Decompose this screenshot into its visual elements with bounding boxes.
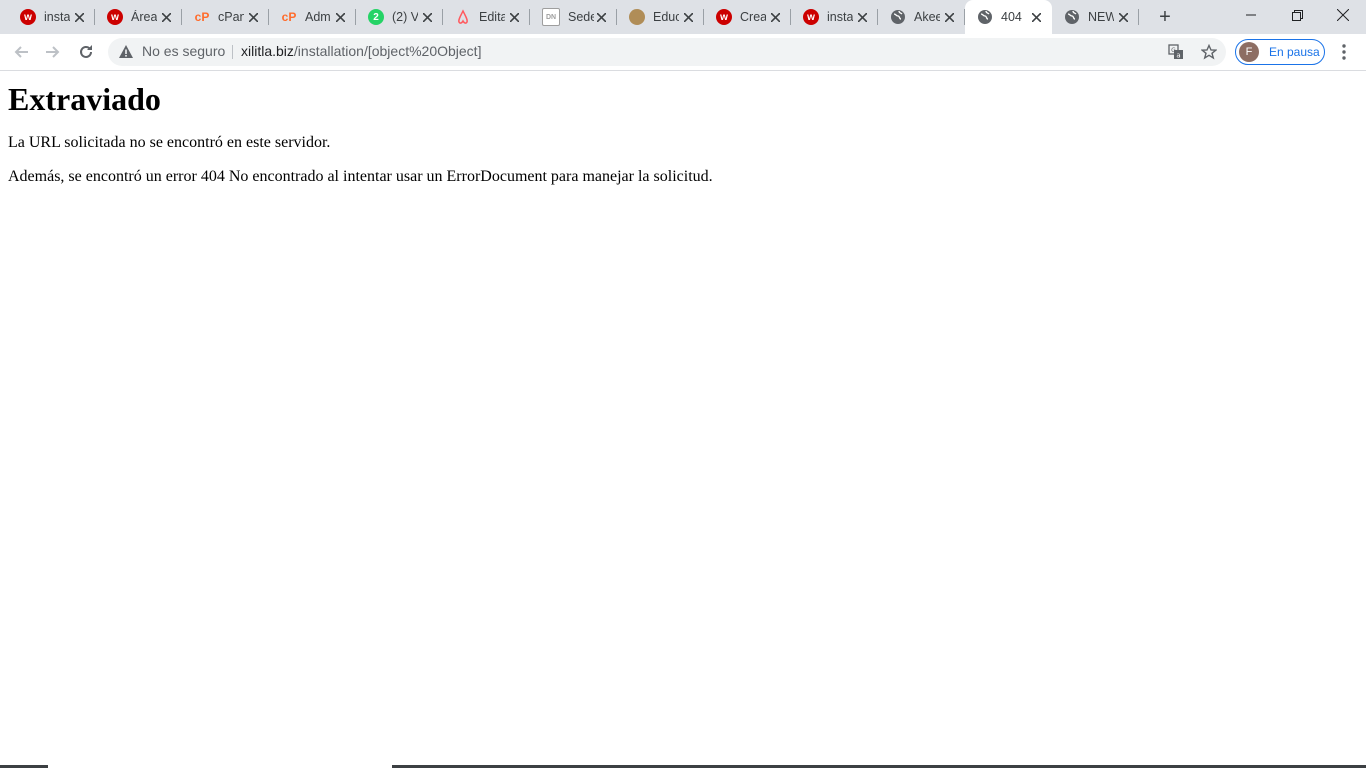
tab-title: insta (44, 10, 70, 24)
browser-tab[interactable]: cP Adm (269, 0, 356, 34)
tab-title: Akee (914, 10, 940, 24)
w-logo-icon: w (716, 9, 732, 25)
browser-tab[interactable]: Akee (878, 0, 965, 34)
browser-tab[interactable]: cP cPan (182, 0, 269, 34)
tab-close-icon[interactable] (506, 9, 522, 25)
browser-tab[interactable]: 2 (2) V (356, 0, 443, 34)
tab-close-icon[interactable] (245, 9, 261, 25)
url-text[interactable]: xilitla.biz/installation/[object%20Objec… (241, 43, 481, 59)
tab-title: Área (131, 10, 157, 24)
tab-close-icon[interactable] (854, 9, 870, 25)
forward-button[interactable] (41, 40, 65, 64)
circle-icon (629, 9, 645, 25)
address-bar[interactable]: No es seguro xilitla.biz/installation/[o… (108, 38, 1226, 66)
tab-close-icon[interactable] (1115, 9, 1131, 25)
tab-close-icon[interactable] (158, 9, 174, 25)
star-icon (1201, 44, 1217, 60)
tab-close-icon[interactable] (419, 9, 435, 25)
omnibox-divider (232, 45, 233, 59)
restore-icon (1291, 9, 1303, 21)
browser-tab[interactable]: w Área (95, 0, 182, 34)
translate-button[interactable]: aG (1167, 43, 1185, 61)
globe-icon (1064, 9, 1080, 25)
tab-close-icon[interactable] (1028, 9, 1044, 25)
tab-strip: w insta w Área cP cPan cP Adm 2 (2) V Edita DN Sede E… (0, 0, 1366, 34)
tab-close-icon[interactable] (680, 9, 696, 25)
cpanel-icon: cP (194, 10, 210, 24)
browser-tab[interactable]: NEW (1052, 0, 1139, 34)
tab-title: Edita (479, 10, 505, 24)
w-logo-icon: w (107, 9, 123, 25)
tab-close-icon[interactable] (941, 9, 957, 25)
warning-icon[interactable] (118, 44, 134, 60)
browser-tab[interactable]: Edita (443, 0, 530, 34)
reload-icon (80, 45, 92, 58)
whatsapp-icon: 2 (368, 9, 384, 25)
arrow-left-icon (14, 46, 28, 58)
dn-logo-icon: DN (542, 8, 560, 26)
tab-separator (1138, 9, 1139, 25)
svg-text:G: G (1171, 47, 1176, 54)
browser-tab[interactable]: w insta (791, 0, 878, 34)
page-content: Extraviado La URL solicitada no se encon… (8, 71, 1366, 186)
tab-close-icon[interactable] (593, 9, 609, 25)
tab-title: cPan (218, 10, 244, 24)
profile-status: En pausa (1269, 45, 1320, 59)
tab-close-icon[interactable] (767, 9, 783, 25)
tab-title: Crea (740, 10, 766, 24)
arrow-right-icon (46, 46, 60, 58)
tab-close-icon[interactable] (332, 9, 348, 25)
profile-button[interactable]: F En pausa (1235, 39, 1325, 65)
page-title: Extraviado (8, 81, 161, 117)
globe-icon (977, 9, 993, 25)
close-window-button[interactable] (1320, 0, 1366, 30)
tab-title: Sede (568, 10, 594, 24)
back-button[interactable] (9, 40, 33, 64)
tab-title: Adm (305, 10, 331, 24)
browser-tab[interactable]: Educ (617, 0, 704, 34)
globe-icon (890, 9, 906, 25)
browser-toolbar: No es seguro xilitla.biz/installation/[o… (0, 34, 1366, 71)
security-status-text[interactable]: No es seguro (142, 43, 225, 59)
tab-title: Educ (653, 10, 679, 24)
url-host: xilitla.biz (241, 43, 294, 59)
url-path: /installation/[object%20Object] (293, 43, 482, 59)
browser-tab[interactable]: DN Sede (530, 0, 617, 34)
error-message: La URL solicitada no se encontró en este… (8, 134, 331, 151)
browser-tab[interactable]: w Crea (704, 0, 791, 34)
minimize-icon (1246, 14, 1256, 16)
w-logo-icon: w (20, 9, 36, 25)
tab-title: (2) V (392, 10, 418, 24)
airbnb-icon (455, 9, 471, 25)
more-vert-icon (1342, 44, 1346, 60)
bookmark-button[interactable] (1200, 43, 1218, 61)
avatar: F (1239, 42, 1259, 62)
menu-button[interactable] (1334, 40, 1354, 64)
cpanel-icon: cP (281, 10, 297, 24)
tab-title: NEW (1088, 10, 1114, 24)
w-logo-icon: w (803, 9, 819, 25)
browser-tab[interactable]: w insta (8, 0, 95, 34)
minimize-button[interactable] (1228, 0, 1274, 30)
browser-tab[interactable]: 404 (965, 0, 1052, 34)
tab-close-icon[interactable] (71, 9, 87, 25)
svg-text:a: a (1176, 52, 1180, 60)
close-icon (1337, 9, 1349, 21)
reload-button[interactable] (74, 40, 98, 64)
translate-icon: aG (1168, 44, 1183, 60)
restore-button[interactable] (1274, 0, 1320, 30)
new-tab-button[interactable]: + (1154, 6, 1176, 28)
tab-title: 404 (1001, 10, 1022, 24)
tab-title: insta (827, 10, 853, 24)
error-detail: Además, se encontró un error 404 No enco… (8, 168, 713, 185)
